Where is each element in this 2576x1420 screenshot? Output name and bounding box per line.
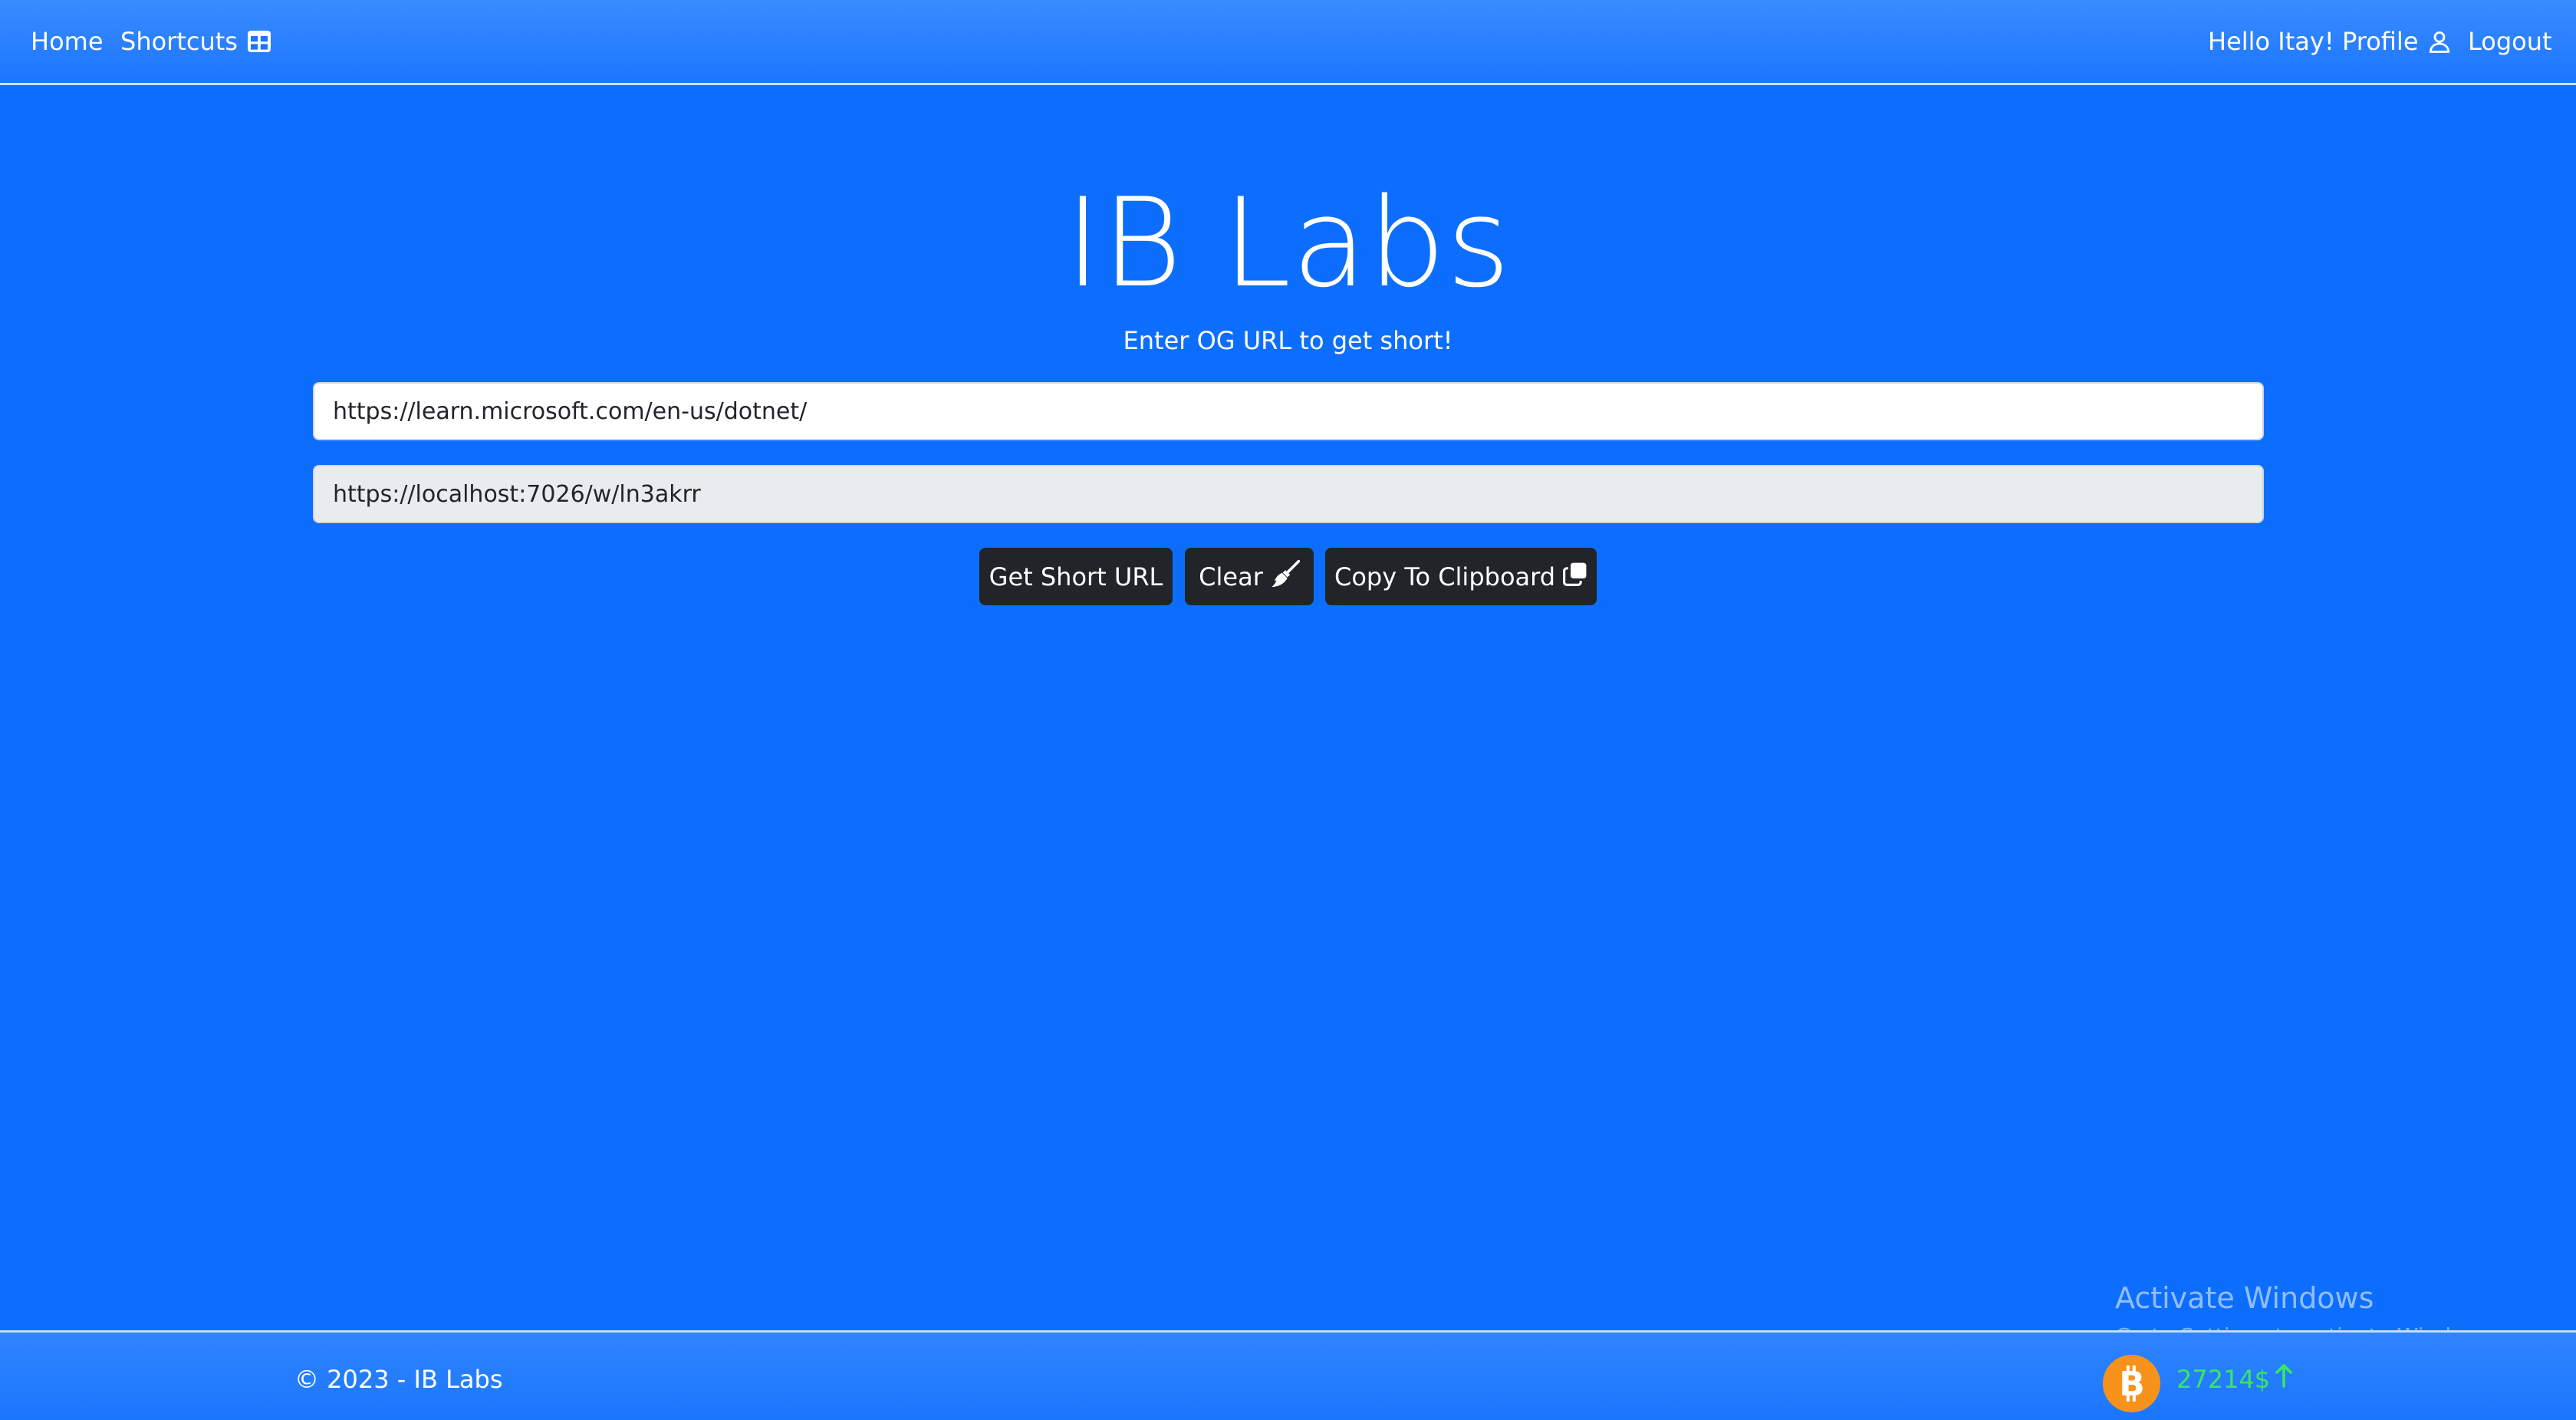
- nav-home-label: Home: [31, 27, 104, 56]
- page: Home Shortcuts Hello Itay! Profile Logou…: [0, 0, 2576, 1420]
- get-short-url-button[interactable]: Get Short URL: [979, 548, 1173, 605]
- footer-copyright: © 2023 - IB Labs: [294, 1365, 503, 1394]
- bitcoin-icon: B: [2103, 1355, 2160, 1412]
- nav-shortcuts-label: Shortcuts: [120, 27, 238, 56]
- clear-label: Clear: [1199, 562, 1263, 591]
- arrow-up-icon: [2275, 1362, 2293, 1396]
- greeting-text: Hello Itay!: [2208, 27, 2334, 56]
- page-subtitle: Enter OG URL to get short!: [1123, 326, 1453, 355]
- person-icon: [2428, 29, 2451, 54]
- clear-button[interactable]: Clear: [1185, 548, 1314, 605]
- short-url-output[interactable]: [313, 465, 2264, 523]
- copy-to-clipboard-button[interactable]: Copy To Clipboard: [1325, 548, 1597, 605]
- btc-price: 27214$: [2176, 1362, 2293, 1396]
- nav-profile-label: Profile: [2342, 27, 2419, 56]
- broom-icon: [1271, 559, 1301, 594]
- svg-text:B: B: [2119, 1365, 2145, 1403]
- nav-home-link[interactable]: Home: [31, 0, 104, 83]
- nav-logout-label: Logout: [2468, 27, 2552, 56]
- copy-icon: [1563, 562, 1587, 592]
- page-title: IB Labs: [1064, 171, 1512, 315]
- get-short-url-label: Get Short URL: [989, 562, 1163, 591]
- og-url-input[interactable]: [313, 382, 2264, 440]
- copy-label: Copy To Clipboard: [1334, 562, 1556, 591]
- nav-logout-link[interactable]: Logout: [2468, 0, 2552, 83]
- navbar: Home Shortcuts Hello Itay! Profile Logou…: [0, 0, 2576, 85]
- nav-profile-link[interactable]: Profile: [2342, 0, 2451, 83]
- activate-windows-title: Activate Windows: [2115, 1281, 2374, 1315]
- table-icon: [247, 30, 271, 53]
- btc-price-value: 27214$: [2176, 1365, 2271, 1394]
- nav-shortcuts-link[interactable]: Shortcuts: [120, 0, 271, 83]
